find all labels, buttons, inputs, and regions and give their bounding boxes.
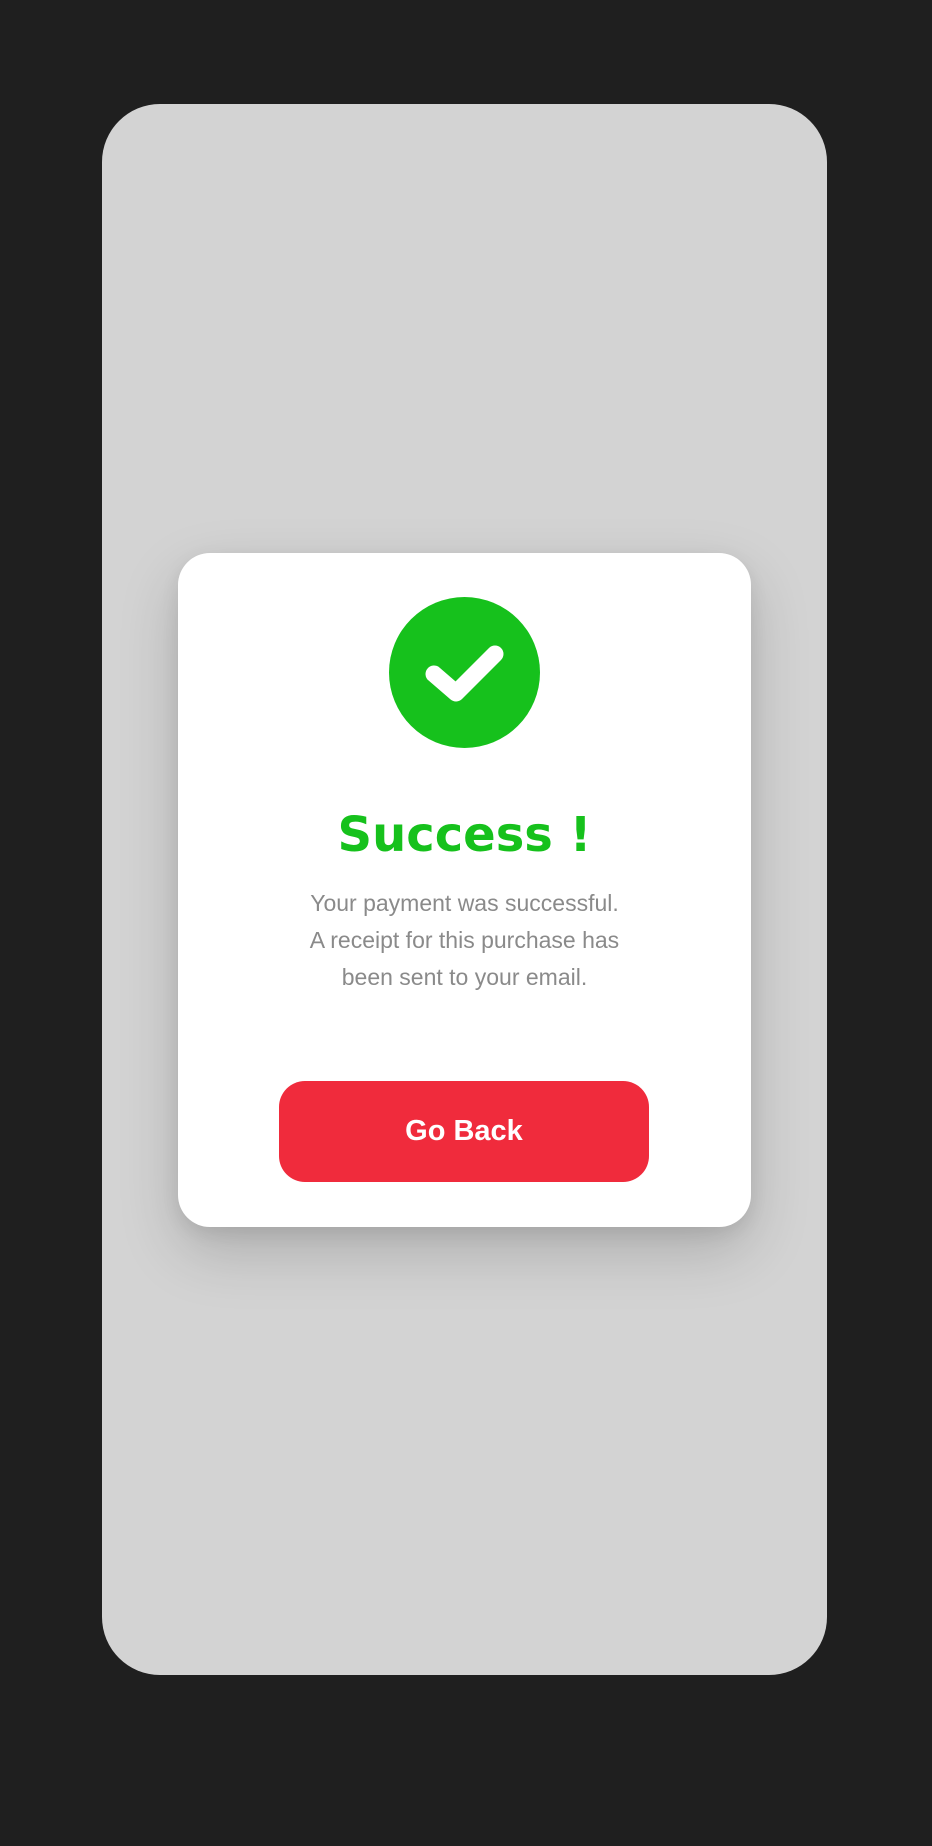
dialog-message: Your payment was successful. A receipt f… (178, 885, 751, 996)
checkmark-icon (425, 645, 504, 702)
message-line: Your payment was successful. (310, 890, 619, 916)
check-circle-icon (389, 597, 540, 748)
message-line: A receipt for this purchase has (309, 927, 620, 953)
go-back-button[interactable]: Go Back (279, 1081, 649, 1182)
phone-screen: Success ! Your payment was successful. A… (102, 104, 827, 1675)
message-line: been sent to your email. (341, 964, 588, 990)
success-dialog: Success ! Your payment was successful. A… (178, 553, 751, 1227)
dialog-title: Success ! (337, 807, 592, 863)
